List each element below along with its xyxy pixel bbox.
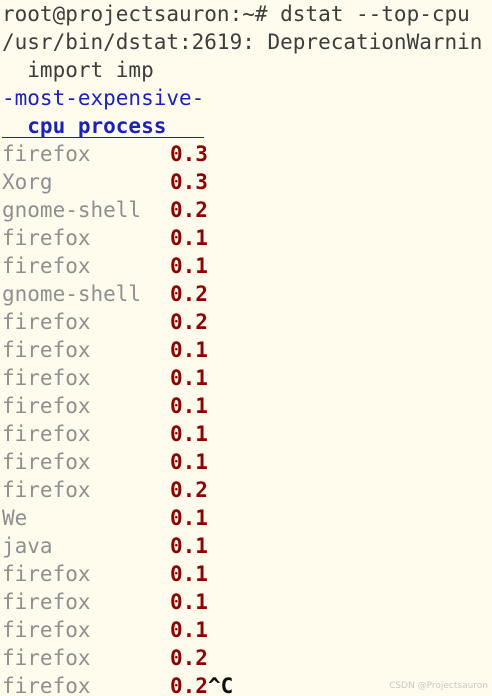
import-line: import imp bbox=[2, 58, 154, 82]
process-name: gnome-shell bbox=[2, 282, 142, 306]
cpu-value: 0.2 bbox=[170, 310, 208, 334]
command-prompt-line: root@projectsauron:~# dstat --top-cpu bbox=[2, 2, 470, 26]
section-title: -most-expensive- bbox=[2, 86, 205, 110]
process-name: firefox bbox=[2, 590, 91, 614]
process-row: gnome-shell 0.2 bbox=[0, 280, 492, 308]
cpu-value: 0.2 bbox=[170, 478, 208, 502]
process-row: firefox 0.2 bbox=[0, 308, 492, 336]
process-row: firefox 0.1 bbox=[0, 224, 492, 252]
process-name: firefox bbox=[2, 366, 91, 390]
process-name: Xorg bbox=[2, 170, 53, 194]
process-name: firefox bbox=[2, 226, 91, 250]
process-name: We bbox=[2, 506, 28, 530]
process-row: firefox 0.2 bbox=[0, 476, 492, 504]
column-header-line: cpu process bbox=[0, 112, 492, 140]
process-row: firefox 0.1 bbox=[0, 588, 492, 616]
process-row: firefox 0.3 bbox=[0, 140, 492, 168]
process-row: firefox 0.1 bbox=[0, 336, 492, 364]
process-row: firefox 0.1 bbox=[0, 364, 492, 392]
process-row: firefox 0.1 bbox=[0, 448, 492, 476]
process-name: firefox bbox=[2, 674, 91, 696]
interrupt-signal: ^C bbox=[207, 674, 234, 696]
cpu-value: 0.2 bbox=[170, 282, 208, 306]
process-name: java bbox=[2, 534, 53, 558]
process-name: firefox bbox=[2, 618, 91, 642]
process-row: firefox 0.1 bbox=[0, 252, 492, 280]
column-header: cpu process bbox=[2, 114, 205, 138]
process-name: gnome-shell bbox=[2, 198, 142, 222]
cpu-value: 0.1 bbox=[170, 590, 208, 614]
process-name: firefox bbox=[2, 310, 91, 334]
process-name: firefox bbox=[2, 562, 91, 586]
process-row: gnome-shell 0.2 bbox=[0, 196, 492, 224]
process-row: firefox 0.1 bbox=[0, 560, 492, 588]
process-name: firefox bbox=[2, 646, 91, 670]
process-row: firefox 0.1 bbox=[0, 420, 492, 448]
process-name: firefox bbox=[2, 338, 91, 362]
cpu-value: 0.1 bbox=[170, 562, 208, 586]
process-row: firefox 0.1 bbox=[0, 616, 492, 644]
cpu-value: 0.1 bbox=[170, 226, 208, 250]
process-name: firefox bbox=[2, 394, 91, 418]
process-row: We 0.1 bbox=[0, 504, 492, 532]
cpu-value: 0.1 bbox=[170, 338, 208, 362]
cpu-value: 0.2 bbox=[170, 674, 208, 696]
process-row: java 0.1 bbox=[0, 532, 492, 560]
cpu-value: 0.1 bbox=[170, 394, 208, 418]
process-name: firefox bbox=[2, 450, 91, 474]
terminal-window[interactable]: root@projectsauron:~# dstat --top-cpu /u… bbox=[0, 0, 492, 696]
process-list: firefox 0.3 Xorg 0.3 gnome-shell 0.2 firefo… bbox=[0, 140, 492, 696]
process-row: firefox 0.1 bbox=[0, 392, 492, 420]
process-name: firefox bbox=[2, 478, 91, 502]
cpu-value: 0.2 bbox=[170, 646, 208, 670]
process-name: firefox bbox=[2, 142, 91, 166]
cpu-value: 0.1 bbox=[170, 618, 208, 642]
cpu-value: 0.1 bbox=[170, 450, 208, 474]
cpu-value: 0.1 bbox=[170, 254, 208, 278]
cpu-value: 0.1 bbox=[170, 534, 208, 558]
cpu-value: 0.1 bbox=[170, 506, 208, 530]
process-name: firefox bbox=[2, 254, 91, 278]
cpu-value: 0.3 bbox=[170, 170, 208, 194]
cpu-value: 0.1 bbox=[170, 422, 208, 446]
process-name: firefox bbox=[2, 422, 91, 446]
process-row: firefox 0.2 bbox=[0, 644, 492, 672]
watermark: CSDN @Projectsauron bbox=[389, 681, 488, 691]
cpu-value: 0.3 bbox=[170, 142, 208, 166]
deprecation-warning-line: /usr/bin/dstat:2619: DeprecationWarnin bbox=[2, 30, 483, 54]
process-row: Xorg 0.3 bbox=[0, 168, 492, 196]
cpu-value: 0.1 bbox=[170, 366, 208, 390]
cpu-value: 0.2 bbox=[170, 198, 208, 222]
